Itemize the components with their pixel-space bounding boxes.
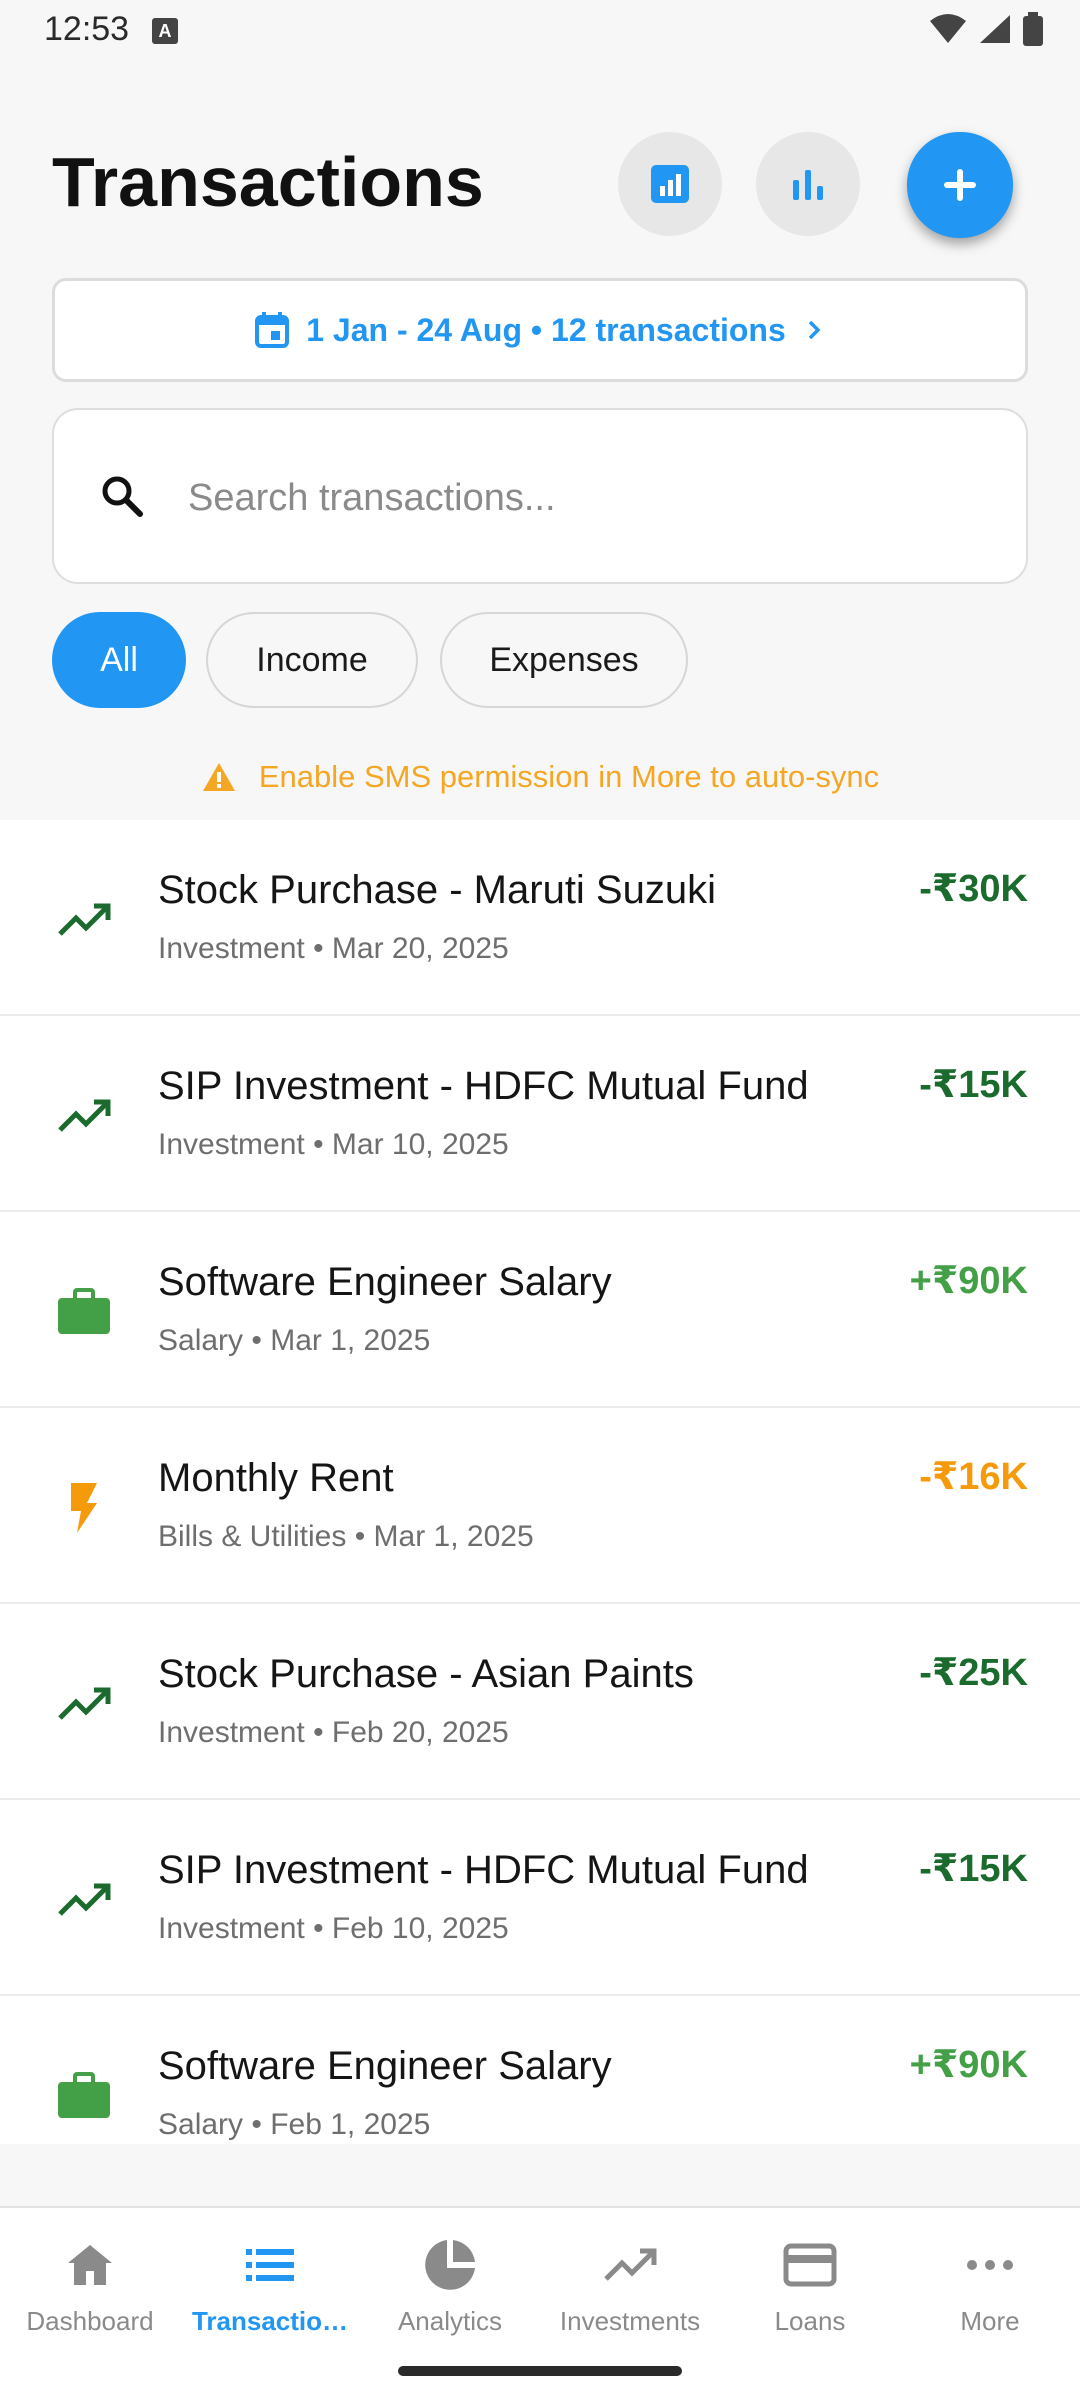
nav-item-investments[interactable]: Investments	[540, 2236, 720, 2346]
transaction-subtitle: Bills & Utilities • Mar 1, 2025	[158, 1520, 534, 1553]
transaction-list: Stock Purchase - Maruti Suzuki Investmen…	[0, 820, 1080, 2144]
transaction-title: Stock Purchase - Asian Paints	[158, 1652, 694, 1696]
nav-label: More	[960, 2306, 1020, 2336]
header: Transactions	[0, 120, 1080, 250]
briefcase-icon	[54, 2066, 114, 2126]
transaction-subtitle: Investment • Feb 20, 2025	[158, 1716, 509, 1749]
transaction-subtitle: Investment • Mar 10, 2025	[158, 1128, 509, 1161]
transaction-amount: -₹15K	[919, 1848, 1028, 1890]
sms-permission-banner[interactable]: Enable SMS permission in More to auto-sy…	[0, 752, 1080, 802]
trending-up-icon	[54, 890, 114, 950]
date-range-label: 1 Jan - 24 Aug • 12 transactions	[306, 311, 786, 348]
transaction-amount: -₹25K	[919, 1652, 1028, 1694]
transaction-amount: -₹30K	[919, 868, 1028, 910]
transaction-subtitle: Investment • Mar 20, 2025	[158, 932, 509, 965]
home-indicator[interactable]	[398, 2366, 682, 2376]
transaction-amount: -₹16K	[919, 1456, 1028, 1498]
credit-card-icon	[783, 2236, 837, 2294]
nav-label: Investments	[559, 2306, 701, 2336]
notification-icon: A	[152, 18, 178, 44]
nav-item-loans[interactable]: Loans	[720, 2236, 900, 2346]
transaction-row[interactable]: Monthly Rent Bills & Utilities • Mar 1, …	[0, 1408, 1080, 1604]
status-icons	[928, 12, 1044, 46]
calendar-icon	[255, 312, 290, 348]
transaction-title: SIP Investment - HDFC Mutual Fund	[158, 1848, 809, 1892]
nav-item-transactions[interactable]: Transactio…	[180, 2236, 360, 2346]
page-title: Transactions	[52, 143, 484, 221]
chevron-right-icon	[808, 320, 821, 340]
briefcase-icon	[54, 1282, 114, 1342]
transaction-title: Software Engineer Salary	[158, 1260, 612, 1304]
chart-button[interactable]	[756, 132, 860, 236]
trending-up-icon	[54, 1674, 114, 1734]
transaction-amount: +₹90K	[909, 2044, 1028, 2086]
filter-chip-expenses[interactable]: Expenses	[440, 612, 688, 708]
transaction-title: Software Engineer Salary	[158, 2044, 612, 2088]
search-input[interactable]	[188, 458, 968, 538]
add-icon	[944, 169, 976, 201]
warning-icon	[202, 763, 235, 791]
bar-chart-icon	[793, 170, 823, 200]
status-bar: 12:53 A	[0, 0, 1080, 64]
transaction-subtitle: Salary • Feb 1, 2025	[158, 2108, 431, 2141]
transaction-row[interactable]: Stock Purchase - Maruti Suzuki Investmen…	[0, 820, 1080, 1016]
more-horizontal-icon	[966, 2236, 1014, 2294]
transaction-row[interactable]: Stock Purchase - Asian Paints Investment…	[0, 1604, 1080, 1800]
transaction-title: Monthly Rent	[158, 1456, 394, 1500]
nav-label: Dashboard	[26, 2306, 154, 2336]
status-time: 12:53	[44, 10, 130, 48]
search-bar	[52, 408, 1028, 584]
nav-item-analytics[interactable]: Analytics	[360, 2236, 540, 2346]
list-icon	[244, 2236, 296, 2294]
nav-item-more[interactable]: More	[900, 2236, 1080, 2346]
transaction-title: SIP Investment - HDFC Mutual Fund	[158, 1064, 809, 1108]
report-chart-icon	[651, 165, 689, 203]
transaction-amount: +₹90K	[909, 1260, 1028, 1302]
transaction-row[interactable]: Software Engineer Salary Salary • Mar 1,…	[0, 1212, 1080, 1408]
bolt-icon	[54, 1478, 114, 1538]
add-transaction-button[interactable]	[907, 132, 1013, 238]
wifi-icon	[930, 14, 966, 43]
sms-banner-text: Enable SMS permission in More to auto-sy…	[258, 759, 880, 794]
report-button[interactable]	[618, 132, 722, 236]
trending-up-icon	[54, 1870, 114, 1930]
nav-label: Loans	[774, 2306, 846, 2336]
transaction-row[interactable]: SIP Investment - HDFC Mutual Fund Invest…	[0, 1800, 1080, 1996]
nav-item-dashboard[interactable]: Dashboard	[0, 2236, 180, 2346]
date-range-filter[interactable]: 1 Jan - 24 Aug • 12 transactions	[52, 278, 1028, 382]
nav-label: Transactio…	[191, 2306, 349, 2336]
search-icon	[102, 476, 143, 517]
filter-chip-all[interactable]: All	[52, 612, 186, 708]
transaction-title: Stock Purchase - Maruti Suzuki	[158, 868, 716, 912]
pie-chart-icon	[423, 2236, 477, 2294]
transaction-amount: -₹15K	[919, 1064, 1028, 1106]
transaction-subtitle: Investment • Feb 10, 2025	[158, 1912, 509, 1945]
trending-up-icon	[602, 2236, 658, 2294]
transaction-row[interactable]: Software Engineer Salary Salary • Feb 1,…	[0, 1996, 1080, 2144]
signal-icon	[980, 15, 1010, 43]
transaction-row[interactable]: SIP Investment - HDFC Mutual Fund Invest…	[0, 1016, 1080, 1212]
transaction-subtitle: Salary • Mar 1, 2025	[158, 1324, 431, 1357]
filter-chip-income[interactable]: Income	[206, 612, 418, 708]
trending-up-icon	[54, 1086, 114, 1146]
nav-label: Analytics	[397, 2306, 503, 2336]
battery-icon	[1023, 12, 1043, 46]
home-icon	[64, 2236, 116, 2294]
